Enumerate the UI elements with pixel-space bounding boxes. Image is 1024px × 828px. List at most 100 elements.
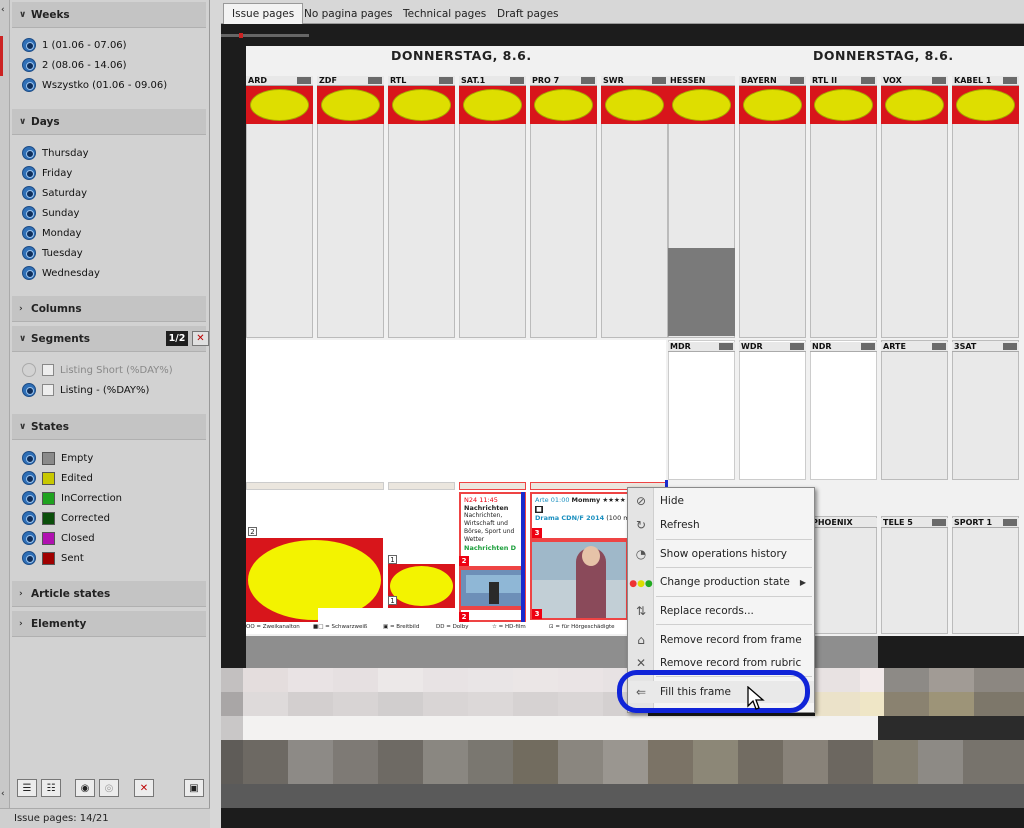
eye-icon[interactable]: ◉ [75,779,95,797]
radio-checked-icon[interactable] [22,471,36,485]
clear-filter-icon[interactable]: ✕ [192,331,209,346]
channel-header: MDR [668,342,735,352]
segment-option[interactable]: Listing - (%DAY%) [22,381,149,399]
week-option[interactable]: 2 (08.06 - 14.06) [22,56,127,74]
radio-checked-icon[interactable] [22,166,36,180]
section-elementy[interactable]: › Elementy [12,611,206,637]
day-option[interactable]: Thursday [22,144,89,162]
program-frame[interactable] [530,86,597,124]
state-option[interactable]: Corrected [22,509,110,527]
menu-item-remove-record-from-frame[interactable]: ⌂ Remove record from frame [628,629,814,651]
channel-frame[interactable] [952,516,1019,634]
save-icon[interactable]: ▣ [184,779,204,797]
tab-no-pagina-pages[interactable]: No pagina pages [296,3,400,24]
eye-off-icon[interactable]: ◎ [99,779,119,797]
channel-frame[interactable] [952,340,1019,480]
program-frame[interactable] [810,86,877,124]
tab-issue-pages[interactable]: Issue pages [223,3,304,24]
program-frame[interactable] [881,86,948,124]
day-option[interactable]: Monday [22,224,81,242]
option-label: Monday [42,227,82,239]
program-frame[interactable] [601,86,668,124]
channel-frame[interactable] [881,340,948,480]
day-option[interactable]: Friday [22,164,72,182]
menu-item-refresh[interactable]: ↻ Refresh [628,514,814,536]
radio-checked-icon[interactable] [22,246,36,260]
tab-technical-pages[interactable]: Technical pages [395,3,494,24]
menu-item-show-operations-history[interactable]: ◔ Show operations history [628,543,814,565]
radio-checked-icon[interactable] [22,78,36,92]
section-columns[interactable]: › Columns [12,296,206,322]
legend-item: OO = Zweikanalton [246,624,300,630]
radio-checked-icon[interactable] [22,266,36,280]
state-option[interactable]: Closed [22,529,95,547]
state-option[interactable]: InCorrection [22,489,122,507]
state-option[interactable]: Empty [22,449,93,467]
state-option[interactable]: Edited [22,469,93,487]
section-states[interactable]: ∨ States [12,414,206,440]
radio-checked-icon[interactable] [22,38,36,52]
program-frame[interactable] [668,86,735,124]
program-frame[interactable] [739,86,806,124]
channel-frame[interactable] [810,340,877,480]
channel-frame[interactable] [810,516,877,634]
radio-checked-icon[interactable] [22,186,36,200]
empty-frame-block[interactable] [668,248,735,336]
section-days[interactable]: ∨ Days [12,109,206,135]
menu-item-change-production-state[interactable]: ●●● Change production state ▶ [628,571,814,593]
radio-checked-icon[interactable] [22,226,36,240]
channel-name: HESSEN [670,76,706,85]
state-option[interactable]: Sent [22,549,84,567]
channel-logo-icon [1003,343,1017,350]
channel-header: HESSEN [668,76,735,86]
radio-checked-icon[interactable] [22,511,36,525]
day-option[interactable]: Tuesday [22,244,83,262]
white-area[interactable] [246,340,666,484]
radio-checked-icon[interactable] [22,383,36,397]
week-option[interactable]: 1 (01.06 - 07.06) [22,36,127,54]
collapse-bottom-icon[interactable]: ‹ [1,789,5,799]
radio-unchecked-icon[interactable] [22,363,36,377]
collapse-left-icon[interactable]: ‹ [1,5,5,15]
chevron-down-icon: ∨ [19,333,27,344]
menu-item-hide[interactable]: ⊘ Hide [628,490,814,512]
menu-item-label: Remove record from rubric [660,657,802,669]
program-frame[interactable] [459,608,526,622]
day-option[interactable]: Wednesday [22,264,100,282]
menu-item-replace-records[interactable]: ⇅ Replace records... [628,600,814,622]
channel-header: ARD [246,76,313,86]
chevron-down-icon: ∨ [19,421,27,432]
list-view-icon[interactable]: ☰ [17,779,37,797]
section-article-states[interactable]: › Article states [12,581,206,607]
channel-name: WDR [741,342,763,351]
horizontal-scrollbar[interactable] [221,33,309,38]
radio-checked-icon[interactable] [22,491,36,505]
radio-checked-icon[interactable] [22,146,36,160]
channel-frame[interactable] [668,340,735,480]
program-frame[interactable] [952,86,1019,124]
week-option[interactable]: Wszystko (01.06 - 09.06) [22,76,167,94]
section-weeks[interactable]: ∨ Weeks [12,2,206,28]
day-option[interactable]: Saturday [22,184,87,202]
radio-checked-icon[interactable] [22,206,36,220]
channel-frame[interactable] [739,340,806,480]
program-frame[interactable] [388,86,455,124]
tab-draft-pages[interactable]: Draft pages [489,3,567,24]
day-option[interactable]: Sunday [22,204,79,222]
reset-filter-icon[interactable]: ✕ [134,779,154,797]
radio-checked-icon[interactable] [22,531,36,545]
checkbox[interactable] [42,384,54,396]
program-frame[interactable] [459,86,526,124]
n24-program-frame[interactable]: N24 11:45 Nachrichten Nachrichten, Wirts… [459,492,526,568]
grid-view-icon[interactable]: ☷ [41,779,61,797]
segment-option[interactable]: Listing Short (%DAY%) [22,361,173,379]
program-image[interactable] [530,540,628,620]
program-image[interactable] [459,568,526,608]
radio-checked-icon[interactable] [22,551,36,565]
radio-checked-icon[interactable] [22,451,36,465]
channel-frame[interactable] [881,516,948,634]
checkbox[interactable] [42,364,54,376]
program-frame[interactable] [317,86,384,124]
program-frame[interactable] [246,86,313,124]
radio-checked-icon[interactable] [22,58,36,72]
